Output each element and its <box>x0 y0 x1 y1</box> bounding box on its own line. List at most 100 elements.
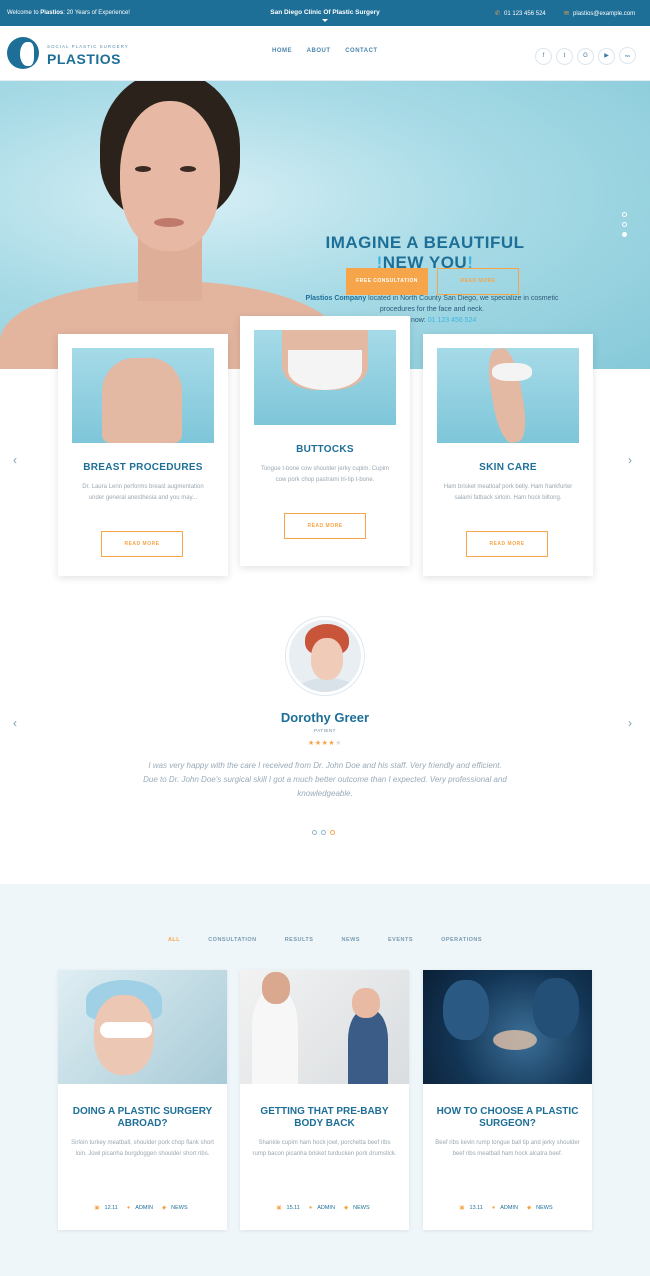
testimonial-dot-3[interactable] <box>330 830 335 835</box>
user-icon: ● <box>491 1205 496 1211</box>
blog-post-card: GETTING THAT PRE-BABY BODY BACK Shankle … <box>240 970 409 1230</box>
procedure-card: SKIN CARE Ham brisket meatloaf pork bell… <box>423 334 593 576</box>
site-header: SOCIAL PLASTIC SURGERY PLASTIOS HOME ABO… <box>0 26 650 81</box>
post-date: 13.11 <box>469 1205 483 1211</box>
testimonial-dot-1[interactable] <box>312 830 317 835</box>
logo-tagline: SOCIAL PLASTIC SURGERY <box>47 44 129 49</box>
post-title[interactable]: DOING A PLASTIC SURGERY ABROAD? <box>68 1106 217 1130</box>
main-nav: HOME ABOUT CONTACT <box>272 48 391 54</box>
phone-text: 01 123 456 524 <box>504 11 546 17</box>
procedure-title[interactable]: SKIN CARE <box>423 462 593 473</box>
testimonial-dot-2[interactable] <box>321 830 326 835</box>
post-title[interactable]: GETTING THAT PRE-BABY BODY BACK <box>250 1106 399 1130</box>
post-image[interactable] <box>240 970 409 1084</box>
email-text: plastios@example.com <box>573 11 636 17</box>
procedure-image <box>254 330 396 425</box>
social-links: f t G ▶ rss <box>535 44 640 65</box>
logo-name[interactable]: PLASTIOS <box>47 51 121 67</box>
hero-dot-3[interactable] <box>622 232 627 237</box>
post-category[interactable]: NEWS <box>536 1205 553 1211</box>
logo-icon[interactable] <box>7 37 39 69</box>
phone-icon: ✆ <box>495 11 501 17</box>
post-excerpt: Shankle cupim ham hock jowl, porchetta b… <box>252 1140 397 1157</box>
post-image[interactable] <box>423 970 592 1084</box>
topbar-email[interactable]: ✉ plastios@example.com <box>564 10 635 17</box>
stars-empty: ★ <box>335 740 342 747</box>
testimonial-name: Dorothy Greer <box>280 710 370 725</box>
testimonial-pagination <box>312 822 339 840</box>
mail-icon: ✉ <box>564 11 570 17</box>
blog-post-card: HOW TO CHOOSE A PLASTIC SURGEON? Beef ri… <box>423 970 592 1230</box>
filter-consultation[interactable]: CONSULTATION <box>208 937 256 943</box>
nav-home[interactable]: HOME <box>272 48 292 54</box>
post-date: 12.11 <box>104 1205 118 1211</box>
hero-pagination <box>622 212 627 242</box>
avatar <box>286 617 364 695</box>
procedure-card: BREAST PROCEDURES Dr. Laura Lenn perform… <box>58 334 228 576</box>
procedure-card: BUTTOCKS Tongue t-bone cow shoulder jerk… <box>240 316 410 566</box>
hero-text: located in North County San Diego, we sp… <box>366 295 559 313</box>
post-image[interactable] <box>58 970 227 1084</box>
read-more-button[interactable]: READ MORE <box>284 513 366 539</box>
procedure-text: Dr. Laura Lenn performs breast augmentat… <box>82 484 204 501</box>
blog-post-card: DOING A PLASTIC SURGERY ABROAD? Sirloin … <box>58 970 227 1230</box>
read-more-button[interactable]: READ MORE <box>466 531 548 557</box>
testimonial-quote: I was very happy with the care I receive… <box>143 761 507 798</box>
filter-news[interactable]: NEWS <box>341 937 360 943</box>
free-consultation-button[interactable]: FREE CONSULTATION <box>346 268 428 295</box>
post-excerpt: Beef ribs kevin rump tongue ball tip and… <box>435 1140 580 1157</box>
tag-icon: ◆ <box>526 1205 532 1211</box>
hero-dot-1[interactable] <box>622 212 627 217</box>
user-icon: ● <box>308 1205 313 1211</box>
post-category[interactable]: NEWS <box>353 1205 370 1211</box>
youtube-icon[interactable]: ▶ <box>598 48 615 65</box>
post-meta: ▣ 13.11 ● ADMIN ◆ NEWS <box>423 1205 592 1211</box>
topbar-phone[interactable]: ✆ 01 123 456 524 <box>495 10 546 17</box>
user-icon: ● <box>126 1205 131 1211</box>
procedure-title[interactable]: BUTTOCKS <box>240 444 410 455</box>
rating-stars: ★★★★★ <box>0 739 650 747</box>
hero-brand: Plastios Company <box>305 295 367 302</box>
testimonial-role: PATIENT <box>314 728 336 733</box>
post-meta: ▣ 12.11 ● ADMIN ◆ NEWS <box>58 1205 227 1211</box>
hero-read-more-button[interactable]: READ MORE <box>437 268 519 295</box>
procedure-text: Tongue t-bone cow shoulder jerky cupim. … <box>260 466 390 483</box>
post-category[interactable]: NEWS <box>171 1205 188 1211</box>
next-arrow-icon[interactable]: › <box>628 453 632 467</box>
procedure-title[interactable]: BREAST PROCEDURES <box>58 462 228 473</box>
hero-title-line1: IMAGINE A BEAUTIFUL <box>325 233 525 252</box>
hero-dot-2[interactable] <box>622 222 627 227</box>
filter-all[interactable]: ALL <box>168 937 180 943</box>
chevron-down-icon <box>322 19 328 22</box>
post-author[interactable]: ADMIN <box>317 1205 335 1211</box>
calendar-icon: ▣ <box>94 1205 100 1211</box>
post-date: 15.11 <box>286 1205 300 1211</box>
procedure-image <box>437 346 579 445</box>
top-bar: Welcome to Plastios: 20 Years of Experie… <box>0 0 650 26</box>
post-author[interactable]: ADMIN <box>135 1205 153 1211</box>
post-excerpt: Sirloin turkey meatball, shoulder pork c… <box>71 1140 214 1157</box>
hero-title: IMAGINE A BEAUTIFUL !NEW YOU! <box>300 233 550 273</box>
nav-about[interactable]: ABOUT <box>307 48 331 54</box>
filter-operations[interactable]: OPERATIONS <box>441 937 482 943</box>
filter-results[interactable]: RESULTS <box>285 937 314 943</box>
blog-filters: ALL CONSULTATION RESULTS NEWS EVENTS OPE… <box>0 937 650 943</box>
rss-icon[interactable]: rss <box>619 47 636 64</box>
post-author[interactable]: ADMIN <box>500 1205 518 1211</box>
stars-filled: ★★★★ <box>308 740 336 747</box>
facebook-icon[interactable]: f <box>535 48 552 65</box>
procedure-image <box>72 348 214 443</box>
prev-arrow-icon[interactable]: ‹ <box>13 453 17 467</box>
post-title[interactable]: HOW TO CHOOSE A PLASTIC SURGEON? <box>433 1106 582 1130</box>
read-more-button[interactable]: READ MORE <box>101 531 183 557</box>
post-meta: ▣ 15.11 ● ADMIN ◆ NEWS <box>240 1205 409 1211</box>
filter-events[interactable]: EVENTS <box>388 937 413 943</box>
twitter-icon[interactable]: t <box>556 48 573 65</box>
call-phone[interactable]: 01 123 456 524 <box>428 317 477 324</box>
calendar-icon: ▣ <box>276 1205 282 1211</box>
google-icon[interactable]: G <box>577 48 594 65</box>
nav-contact[interactable]: CONTACT <box>345 48 377 54</box>
calendar-icon: ▣ <box>459 1205 465 1211</box>
clinic-title[interactable]: San Diego Clinic Of Plastic Surgery <box>0 9 650 16</box>
tag-icon: ◆ <box>161 1205 167 1211</box>
